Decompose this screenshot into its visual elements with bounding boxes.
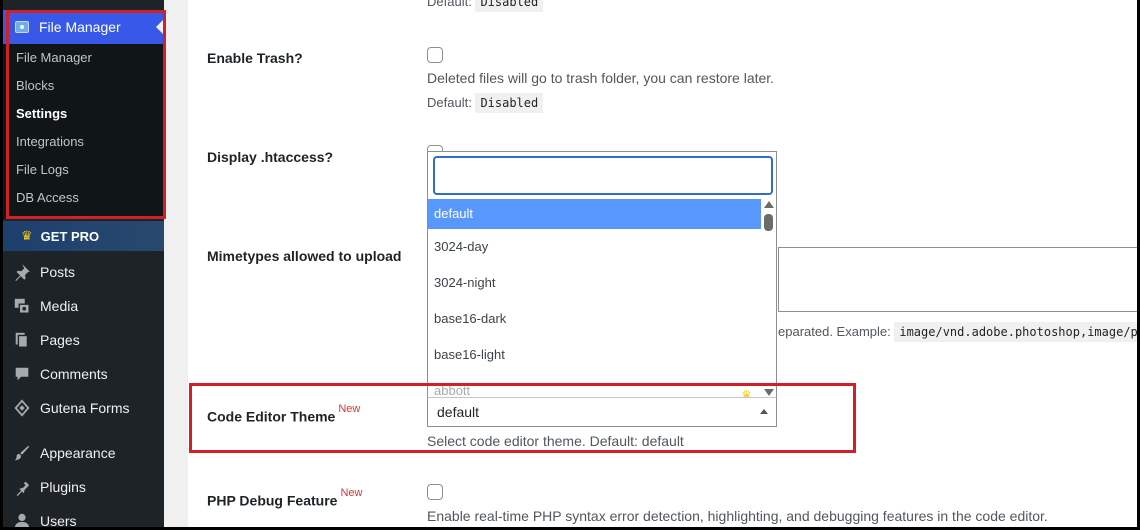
submenu-item-db-access[interactable]: DB Access [3,184,164,212]
sidebar-item-label: Comments [40,366,108,382]
forms-icon [12,398,32,418]
sidebar-item-file-manager[interactable]: File Manager [3,10,164,44]
sidebar-item-label: Appearance [40,445,116,461]
theme-selected-value: default [437,404,480,420]
sidebar-item-media[interactable]: Media [3,289,164,323]
crown-icon: ♛ [21,228,33,243]
scroll-thumb[interactable] [764,214,773,231]
submenu-item-blocks[interactable]: Blocks [3,72,164,100]
admin-menu: Posts Media Pages Comments Gutena Forms … [3,255,164,527]
sidebar-item-plugins[interactable]: Plugins [3,470,164,504]
settings-content: Default: Disabled Enable Trash? Deleted … [188,0,1137,527]
brush-icon [12,443,32,463]
sidebar-item-label: File Manager [39,19,121,35]
file-manager-submenu: File Manager Blocks Settings Integration… [3,44,164,219]
theme-option-base16-dark[interactable]: base16-dark [428,304,761,340]
mimetypes-textarea[interactable] [778,247,1137,312]
display-htaccess-label: Display .htaccess? [207,149,334,165]
plugin-icon [12,477,32,497]
default-label: Default: [427,0,472,9]
default-label: Default: [427,95,472,110]
top-default-text: Default: Disabled [427,0,544,12]
theme-option-3024-day[interactable]: 3024-day [428,232,761,268]
code-editor-theme-description: Select code editor theme. Default: defau… [427,433,684,449]
file-manager-icon [15,21,29,33]
enable-trash-label: Enable Trash? [207,50,303,66]
new-badge: New [338,403,361,415]
submenu-item-integrations[interactable]: Integrations [3,128,164,156]
pro-crown-icon: ♛ [741,388,752,397]
current-menu-arrow-icon [156,19,164,35]
theme-select[interactable]: default [427,397,777,427]
sidebar-item-label: Plugins [40,479,86,495]
admin-sidebar: File Manager File Manager Blocks Setting… [3,0,164,527]
get-pro-button[interactable]: ♛ GET PRO [3,221,164,251]
sidebar-item-posts[interactable]: Posts [3,255,164,289]
mimetypes-example: image/vnd.adobe.photoshop,image/p [894,322,1137,342]
theme-option-abbott[interactable]: abbott [428,376,761,397]
get-pro-label: GET PRO [40,228,100,244]
submenu-item-file-manager[interactable]: File Manager [3,44,164,72]
sidebar-item-users[interactable]: Users [3,504,164,527]
code-editor-theme-label: Code Editor Theme New [207,403,360,425]
pin-icon [12,262,32,282]
media-icon [12,296,32,316]
sidebar-item-pages[interactable]: Pages [3,323,164,357]
sidebar-item-label: Users [40,513,77,527]
sidebar-item-label: Posts [40,264,76,280]
sidebar-item-appearance[interactable]: Appearance [3,436,164,470]
theme-dropdown: default 3024-day 3024-night base16-dark … [427,151,777,397]
theme-options-list: default 3024-day 3024-night base16-dark … [428,199,761,397]
sidebar-item-label: Media [40,298,79,314]
mimetypes-label: Mimetypes allowed to upload [207,248,402,264]
sidebar-item-label: Pages [40,332,80,348]
comment-icon [12,364,32,384]
users-icon [12,511,32,527]
mimetypes-description: eparated. Example: image/vnd.adobe.photo… [778,322,1137,342]
default-value: Disabled [475,0,544,12]
theme-list-scrollbar[interactable] [761,199,776,397]
theme-option-default[interactable]: default [428,199,761,229]
theme-option-base16-light[interactable]: base16-light [428,340,761,376]
theme-search-input[interactable] [433,156,773,195]
submenu-item-settings[interactable]: Settings [3,100,164,128]
enable-trash-checkbox[interactable] [427,47,443,63]
sidebar-item-gutena-forms[interactable]: Gutena Forms [3,391,164,425]
new-badge: New [340,487,363,499]
php-debug-checkbox[interactable] [427,484,443,500]
default-value: Disabled [475,93,544,113]
submenu-item-file-logs[interactable]: File Logs [3,156,164,184]
sidebar-item-comments[interactable]: Comments [3,357,164,391]
enable-trash-description: Deleted files will go to trash folder, y… [427,70,775,86]
screen-frame: File Manager File Manager Blocks Setting… [3,0,1137,527]
sidebar-item-label: Gutena Forms [40,400,130,416]
php-debug-label: PHP Debug Feature New [207,487,362,509]
label-text: PHP Debug Feature [207,492,338,509]
pages-icon [12,330,32,350]
mimetypes-desc-fragment: eparated. Example: [778,324,891,339]
theme-option-3024-night[interactable]: 3024-night [428,268,761,304]
php-debug-description: Enable real-time PHP syntax error detect… [427,508,1048,524]
enable-trash-default: Default: Disabled [427,93,544,113]
label-text: Code Editor Theme [207,408,336,425]
scroll-down-icon[interactable] [764,389,774,396]
chevron-up-icon [760,409,768,414]
scroll-up-icon[interactable] [764,201,774,208]
